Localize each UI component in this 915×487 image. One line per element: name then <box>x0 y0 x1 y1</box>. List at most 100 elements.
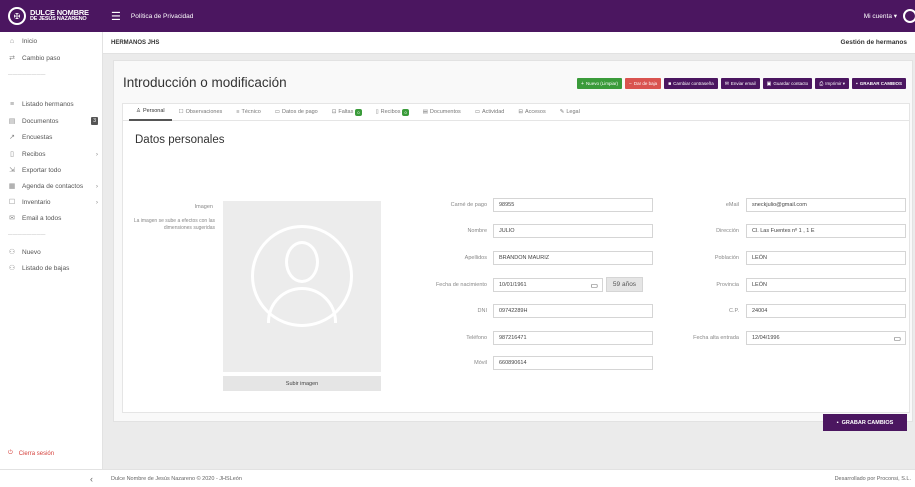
chevron-right-icon: › <box>95 198 98 206</box>
tab-tecnico[interactable]: ≡ Técnico <box>229 104 267 121</box>
send-email-button[interactable]: ✉ Enviar email <box>720 78 760 89</box>
logout-link[interactable]: ⏻ Cierra sesión <box>8 450 54 457</box>
page-title: Gestión de hermanos <box>840 39 907 46</box>
list-icon: ≡ <box>9 101 15 108</box>
print-button[interactable]: ⎙ Imprimir ▾ <box>815 78 849 89</box>
deactivate-button[interactable]: − Dar de baja <box>624 78 662 89</box>
document-icon: ▤ <box>8 118 16 125</box>
sidebar-item-recibos[interactable]: ▯ Recibos › <box>8 150 98 159</box>
person-icon: ♙ <box>136 108 141 114</box>
export-icon: ⇲ <box>9 167 15 174</box>
footer: ‹ Dulce Nombre de Jesús Nazareno © 2020 … <box>0 469 915 487</box>
poblacion-field[interactable]: LEÓN <box>746 251 906 265</box>
tab-observaciones[interactable]: ☐ Observaciones <box>172 104 230 121</box>
plus-icon: + <box>581 80 584 87</box>
tab-actividad[interactable]: ▭ Actividad <box>468 104 512 121</box>
field-label: Móvil <box>474 360 487 366</box>
sidebar-item-documentos[interactable]: ▤ Documentos 3 <box>8 117 98 125</box>
privacy-policy-link[interactable]: Política de Privacidad <box>131 13 194 20</box>
save-changes-button[interactable]: ▪ GRABAR CAMBIOS <box>823 414 907 431</box>
sidebar-item-encuestas[interactable]: ↗ Encuestas <box>8 133 98 142</box>
provincia-field[interactable]: LEÓN <box>746 278 906 292</box>
telefono-field[interactable]: 987216471 <box>493 331 653 345</box>
movil-field[interactable]: 660890614 <box>493 356 653 370</box>
field-label: Apellidos <box>464 255 487 261</box>
form-card: Introducción o modificación + Nuevo (Limp… <box>113 60 913 422</box>
sidebar-item-listado-hermanos[interactable]: ≡ Listado hermanos <box>8 101 98 108</box>
sidebar-item-nuevo[interactable]: ⚇ Nuevo <box>8 248 98 257</box>
tab-personal[interactable]: ♙ Personal <box>129 104 172 121</box>
calendar-icon[interactable]: ▭ <box>893 334 901 343</box>
sidebar-item-inventario[interactable]: ☐ Inventario › <box>8 198 98 207</box>
change-password-button[interactable]: ■ Cambiar contraseña <box>664 78 718 89</box>
apellidos-field[interactable]: BRANDON MAURIZ <box>493 251 653 265</box>
account-menu[interactable]: Mi cuenta ▾ <box>864 12 897 20</box>
field-label: DNI <box>477 308 487 314</box>
email-field[interactable]: sneckjulio@gmail.com <box>746 198 906 212</box>
survey-icon: ↗ <box>9 134 15 141</box>
swap-icon: ⇄ <box>9 55 15 62</box>
tab-datos-pago[interactable]: ▭ Datos de pago <box>268 104 325 121</box>
absence-icon: ⊡ <box>331 109 337 115</box>
agenda-icon: ▦ <box>8 183 16 190</box>
nombre-field[interactable]: JULIO <box>493 224 653 238</box>
sidebar-item-agenda[interactable]: ▦ Agenda de contactos › <box>8 182 98 191</box>
card-icon: ▭ <box>274 109 280 115</box>
receipt-icon: ▯ <box>10 151 14 158</box>
field-label: Población <box>714 255 739 261</box>
save-changes-top-button[interactable]: ▪ GRABAR CAMBIOS <box>851 78 906 89</box>
sidebar-item-exportar-todo[interactable]: ⇲ Exportar todo <box>8 166 98 175</box>
tab-legal[interactable]: ✎ Legal <box>553 104 587 121</box>
save-icon: ▪ <box>836 419 839 426</box>
faltas-count-badge: 0 <box>355 108 362 116</box>
folder-icon: ▤ <box>422 109 428 115</box>
logo[interactable]: ✠ DULCE NOMBRE DE JESÚS NAZARENO <box>0 0 103 32</box>
field-label: Provincia <box>716 282 739 288</box>
sidebar-item-inicio[interactable]: ⌂ Inicio <box>8 38 98 45</box>
field-label: Fecha de nacimiento <box>435 282 487 288</box>
sidebar-section-divider: ———————— <box>8 72 46 77</box>
activity-icon: ▭ <box>474 109 481 115</box>
lock-icon: ■ <box>668 80 672 87</box>
cp-field[interactable]: 24004 <box>746 304 906 318</box>
avatar[interactable] <box>903 9 915 23</box>
dni-field[interactable]: 09742289H <box>493 304 653 318</box>
field-label: Fecha alta entrada <box>693 335 739 341</box>
home-icon: ⌂ <box>9 38 15 45</box>
carne-pago-field[interactable]: 98955 <box>493 198 653 212</box>
field-label: Teléfono <box>466 335 487 341</box>
tab-documentos[interactable]: ▤ Documentos <box>416 104 468 121</box>
sidebar-item-cambio-paso[interactable]: ⇄ Cambio paso <box>8 54 98 63</box>
sidebar-section-divider: ———————— <box>8 232 46 237</box>
hamburger-icon[interactable]: ☰ <box>111 10 121 23</box>
direccion-field[interactable]: Cl. Las Fuentes nº 1 , 1 E <box>746 224 906 238</box>
new-button[interactable]: + Nuevo (Limpiar) <box>577 78 622 89</box>
fecha-alta-field[interactable]: 12/04/1996 ▭ <box>746 331 906 345</box>
logo-line-1: DULCE NOMBRE <box>30 8 89 17</box>
envelope-icon: ✉ <box>724 80 729 87</box>
receipt-icon: ▯ <box>375 109 379 115</box>
tab-faltas[interactable]: ⊡ Faltas 0 <box>325 104 369 121</box>
toolbar: + Nuevo (Limpiar) − Dar de baja ■ Cambiar c… <box>577 78 906 89</box>
chevron-right-icon: › <box>95 150 98 158</box>
image-label: Imagen <box>194 204 213 210</box>
chevron-left-icon[interactable]: ‹ <box>0 474 103 484</box>
save-contact-icon: ▣ <box>766 80 772 87</box>
fecha-nacimiento-field[interactable]: 10/01/1961 ▭ <box>493 278 603 292</box>
note-icon: ☐ <box>178 109 184 115</box>
profile-image-placeholder <box>223 201 381 372</box>
access-icon: ⊟ <box>518 109 523 115</box>
sidebar-item-email-todos[interactable]: ✉ Email a todos <box>8 214 98 223</box>
calendar-icon[interactable]: ▭ <box>590 281 598 290</box>
sidebar-item-listado-bajas[interactable]: ⚇ Listado de bajas <box>8 264 98 273</box>
top-navbar: ✠ DULCE NOMBRE DE JESÚS NAZARENO ☰ Polít… <box>0 0 915 32</box>
upload-image-button[interactable]: Subir imagen <box>223 376 381 391</box>
tech-icon: ≡ <box>236 109 240 115</box>
save-contact-button[interactable]: ▣ Guardar contacto <box>762 78 813 89</box>
minus-icon: − <box>628 80 632 87</box>
tab-accesos[interactable]: ⊟ Accesos <box>511 104 552 121</box>
footer-credit[interactable]: Desarrollado por Proconsi, S.L. <box>835 476 911 482</box>
user-minus-icon: ⚇ <box>8 265 16 272</box>
logo-line-2: DE JESÚS NAZARENO <box>30 16 87 22</box>
tab-recibos[interactable]: ▯ Recibos 0 <box>369 104 416 121</box>
